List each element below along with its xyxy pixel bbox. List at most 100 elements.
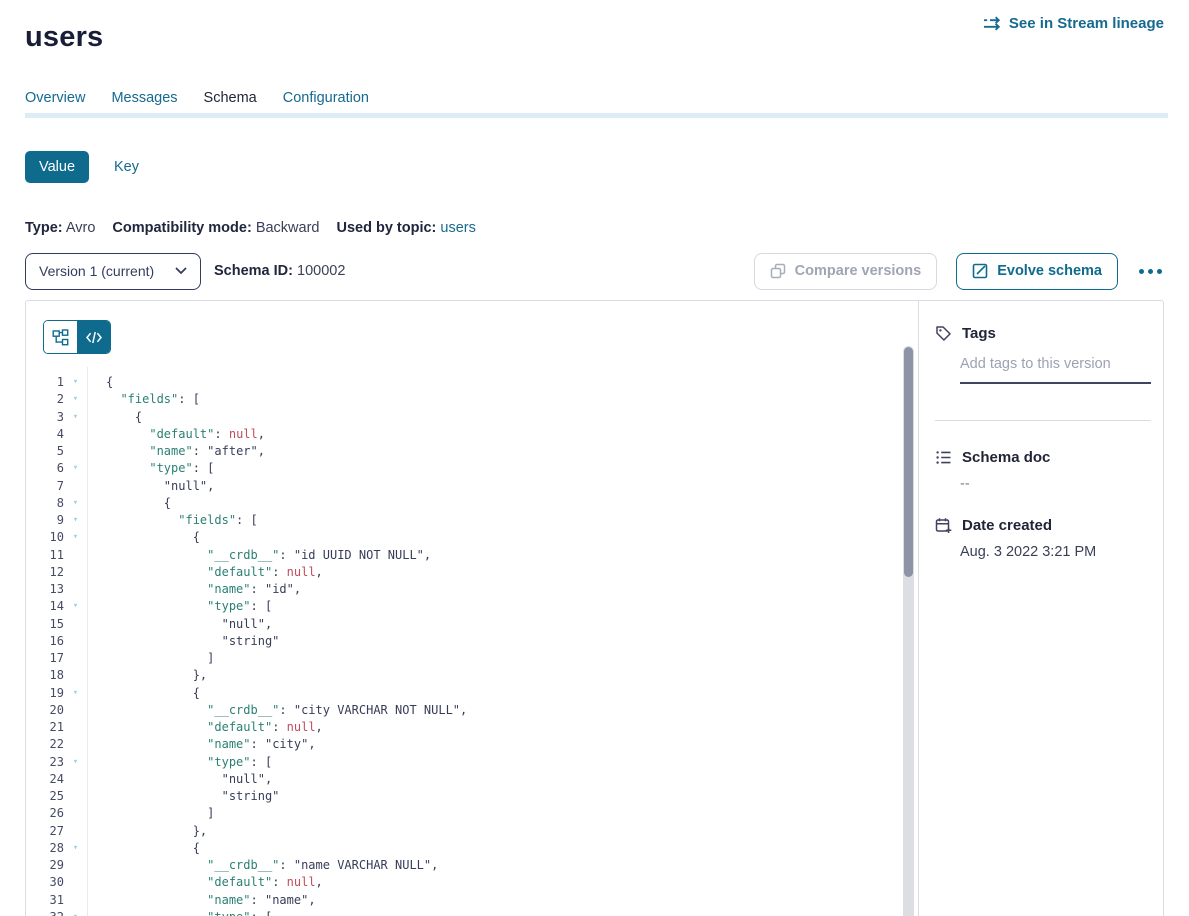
code-line: 31 "name": "name", [26,892,901,909]
code-text: "null", [87,478,214,495]
compare-versions-button: Compare versions [754,253,938,290]
schema-panel: 1▾{2▾ "fields": [3▾ {4 "default": null,5… [25,300,1164,916]
more-options-button[interactable] [1137,263,1164,280]
fold-spacer [64,736,87,753]
fold-arrow-icon[interactable]: ▾ [64,529,87,546]
code-view-button[interactable] [77,321,110,353]
code-text: { [87,685,200,702]
code-text: "name": "city", [87,736,316,753]
line-number: 6 [26,460,64,477]
fold-spacer [64,805,87,822]
code-text: "default": null, [87,564,323,581]
line-number: 19 [26,685,64,702]
line-number: 28 [26,840,64,857]
code-text: "string" [87,633,279,650]
fold-arrow-icon[interactable]: ▾ [64,840,87,857]
list-icon [935,449,952,466]
stream-lineage-link[interactable]: See in Stream lineage [983,15,1164,32]
value-toggle-button[interactable]: Value [25,151,89,183]
line-number: 5 [26,443,64,460]
fold-arrow-icon[interactable]: ▾ [64,909,87,916]
code-line: 13 "name": "id", [26,581,901,598]
fold-arrow-icon[interactable]: ▾ [64,685,87,702]
value-key-toggle: Value Key [25,151,139,183]
code-line: 32▾ "type": [ [26,909,901,916]
line-number: 32 [26,909,64,916]
editor-scrollbar[interactable] [903,346,914,916]
fold-spacer [64,874,87,891]
schema-code-editor[interactable]: 1▾{2▾ "fields": [3▾ {4 "default": null,5… [26,374,901,916]
code-line: 6▾ "type": [ [26,460,901,477]
schema-actions: Compare versions Evolve schema [754,253,1164,290]
code-line: 4 "default": null, [26,426,901,443]
code-text: "name": "name", [87,892,316,909]
date-created-value: Aug. 3 2022 3:21 PM [960,544,1096,560]
evolve-schema-button[interactable]: Evolve schema [956,253,1118,290]
type-field: Type: Avro [25,220,95,236]
fold-spacer [64,892,87,909]
code-line: 26 ] [26,805,901,822]
fold-arrow-icon[interactable]: ▾ [64,374,87,391]
code-text: "default": null, [87,719,323,736]
scrollbar-thumb[interactable] [904,347,913,577]
used-by-topic-field: Used by topic: users [336,220,475,236]
chevron-down-icon [175,267,187,275]
fold-spacer [64,823,87,840]
topic-link[interactable]: users [440,220,475,236]
code-line: 25 "string" [26,788,901,805]
key-toggle-button[interactable]: Key [114,159,139,175]
fold-arrow-icon[interactable]: ▾ [64,460,87,477]
code-text: "null", [87,616,272,633]
code-text: "type": [ [87,598,272,615]
date-created-section-header: Date created [935,517,1052,534]
line-number: 11 [26,547,64,564]
line-number: 24 [26,771,64,788]
line-number: 2 [26,391,64,408]
line-number: 7 [26,478,64,495]
fold-spacer [64,650,87,667]
code-line: 1▾{ [26,374,901,391]
code-line: 17 ] [26,650,901,667]
code-line: 18 }, [26,667,901,684]
line-number: 25 [26,788,64,805]
schema-id-value: 100002 [297,263,345,279]
fold-arrow-icon[interactable]: ▾ [64,512,87,529]
code-line: 20 "__crdb__": "city VARCHAR NOT NULL", [26,702,901,719]
fold-arrow-icon[interactable]: ▾ [64,495,87,512]
line-number: 31 [26,892,64,909]
line-number: 10 [26,529,64,546]
version-bar: Version 1 (current) Schema ID: 100002 Co… [25,252,1164,290]
line-number: 15 [26,616,64,633]
ellipsis-dot [1139,269,1144,274]
tree-view-button[interactable] [44,321,77,353]
code-text: }, [87,823,207,840]
code-line: 10▾ { [26,529,901,546]
code-line: 29 "__crdb__": "name VARCHAR NULL", [26,857,901,874]
code-text: ] [87,650,214,667]
code-line: 19▾ { [26,685,901,702]
schema-meta-row: Type: Avro Compatibility mode: Backward … [25,220,476,236]
code-line: 22 "name": "city", [26,736,901,753]
code-text: "default": null, [87,426,265,443]
fold-spacer [64,616,87,633]
line-number: 3 [26,409,64,426]
line-number: 29 [26,857,64,874]
version-select[interactable]: Version 1 (current) [25,253,201,290]
tags-input[interactable] [960,356,1151,384]
code-text: "name": "after", [87,443,265,460]
code-line: 14▾ "type": [ [26,598,901,615]
line-number: 1 [26,374,64,391]
fold-arrow-icon[interactable]: ▾ [64,598,87,615]
type-label: Type: [25,220,63,236]
code-text: "null", [87,771,272,788]
line-number: 30 [26,874,64,891]
code-line: 8▾ { [26,495,901,512]
fold-spacer [64,443,87,460]
ellipsis-dot [1148,269,1153,274]
code-text: "fields": [ [87,391,200,408]
fold-arrow-icon[interactable]: ▾ [64,409,87,426]
code-line: 11 "__crdb__": "id UUID NOT NULL", [26,547,901,564]
fold-arrow-icon[interactable]: ▾ [64,391,87,408]
fold-arrow-icon[interactable]: ▾ [64,754,87,771]
compatibility-field: Compatibility mode: Backward [112,220,319,236]
